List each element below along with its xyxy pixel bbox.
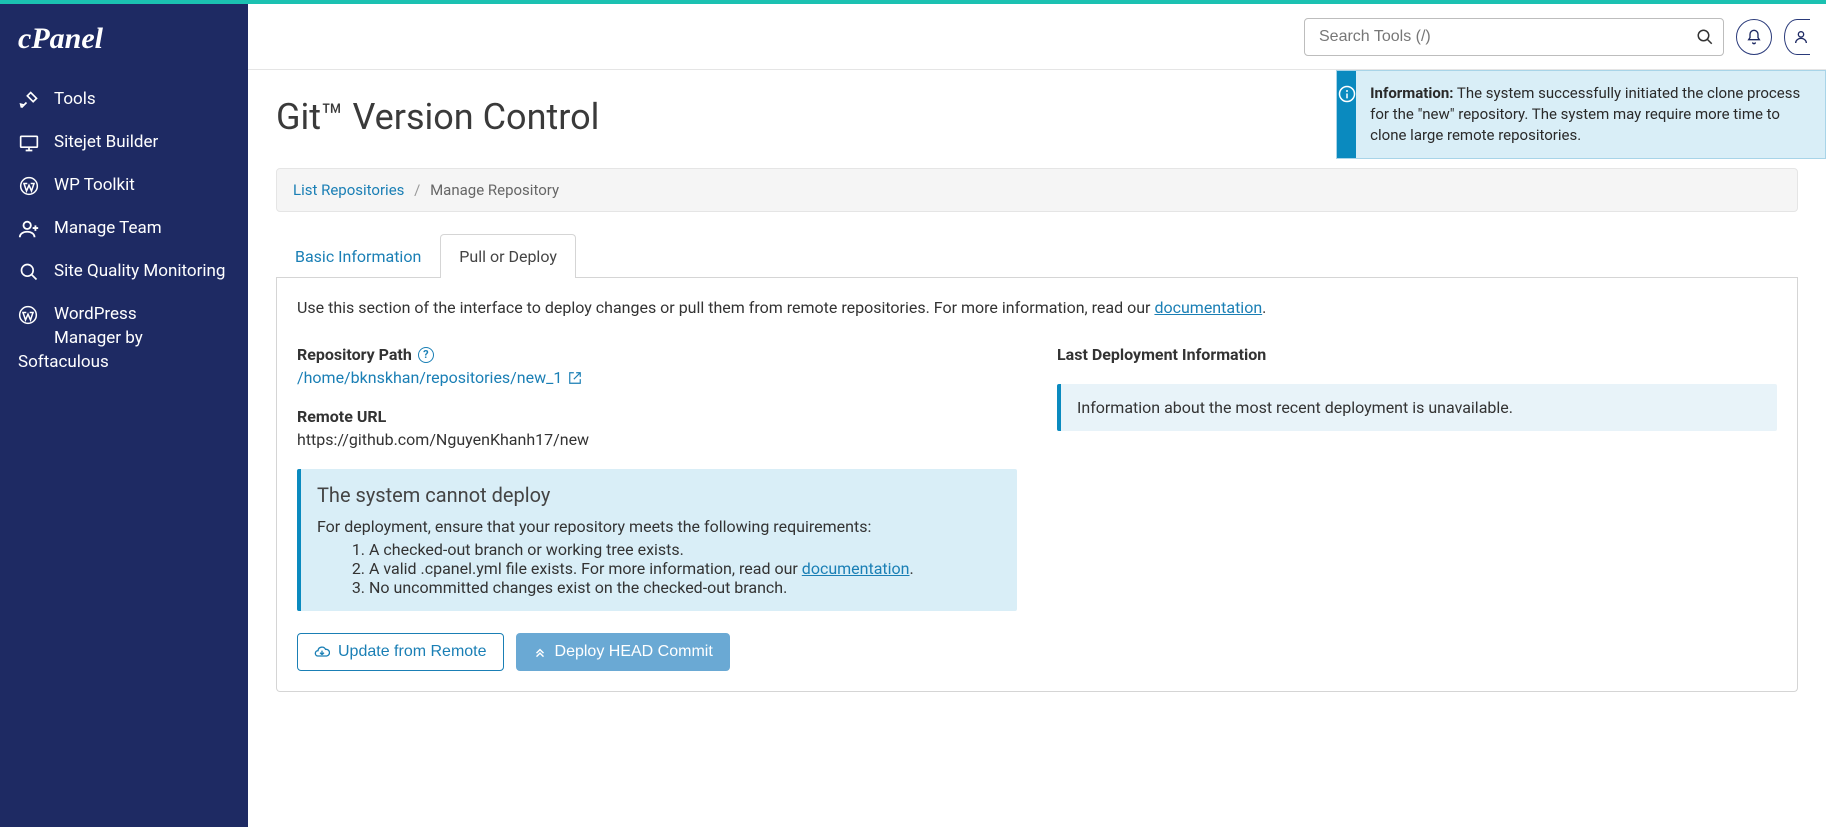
sidebar-item-sitejet[interactable]: Sitejet Builder	[0, 121, 248, 164]
documentation-link[interactable]: documentation	[802, 559, 910, 578]
remote-url-value: https://github.com/NguyenKhanh17/new	[297, 430, 1017, 449]
remote-url-label: Remote URL	[297, 407, 1017, 426]
tab-panel: Use this section of the interface to dep…	[276, 278, 1798, 692]
req-item: No uncommitted changes exist on the chec…	[369, 578, 1001, 597]
breadcrumb-current: Manage Repository	[430, 181, 559, 199]
sidebar-item-tools[interactable]: Tools	[0, 78, 248, 121]
wordpress-icon	[18, 305, 40, 325]
search-wrap	[1304, 18, 1724, 56]
cannot-deploy-title: The system cannot deploy	[317, 483, 1001, 507]
user-button[interactable]	[1784, 19, 1810, 55]
sidebar-item-label: WordPress	[54, 303, 137, 327]
label-text: Repository Path	[297, 345, 412, 364]
button-label: Update from Remote	[338, 643, 487, 661]
sidebar-item-softaculous[interactable]: WordPress Manager by Softaculous	[0, 293, 248, 384]
sidebar-item-label: Manage Team	[54, 217, 230, 239]
breadcrumb-sep: /	[414, 181, 420, 199]
repo-path-link[interactable]: /home/bknskhan/repositories/new_1	[297, 368, 582, 387]
sidebar-item-label: Softaculous	[18, 351, 230, 375]
intro-text: Use this section of the interface to dep…	[297, 298, 1154, 317]
brand-text: cPanel	[18, 22, 103, 55]
tools-icon	[18, 89, 40, 111]
req-item: A checked-out branch or working tree exi…	[369, 540, 1001, 559]
team-icon	[18, 218, 40, 240]
left-col: Repository Path ? /home/bknskhan/reposit…	[297, 345, 1017, 671]
chevron-up-double-icon	[533, 645, 547, 659]
req-item: A valid .cpanel.yml file exists. For mor…	[369, 559, 1001, 578]
req-text: .	[910, 559, 914, 578]
bell-icon	[1746, 29, 1762, 45]
panel-intro: Use this section of the interface to dep…	[297, 298, 1777, 317]
search-input[interactable]	[1304, 18, 1724, 56]
breadcrumb-root[interactable]: List Repositories	[293, 181, 404, 199]
cannot-deploy-callout: The system cannot deploy For deployment,…	[297, 469, 1017, 611]
sidebar-item-label: Manager by	[18, 327, 230, 351]
magnifier-icon	[18, 261, 40, 283]
external-link-icon	[568, 371, 582, 385]
repo-path-value: /home/bknskhan/repositories/new_1	[297, 368, 562, 387]
tab-basic-information[interactable]: Basic Information	[276, 234, 440, 278]
user-icon	[1793, 29, 1809, 45]
main: Information: The system successfully ini…	[248, 4, 1826, 827]
tabs: Basic Information Pull or Deploy	[276, 234, 1798, 278]
info-toast: Information: The system successfully ini…	[1336, 70, 1826, 159]
sidebar-item-team[interactable]: Manage Team	[0, 207, 248, 250]
sidebar-item-label: Tools	[54, 88, 230, 110]
right-col: Last Deployment Information Information …	[1057, 345, 1777, 671]
repo-path-label: Repository Path ?	[297, 345, 1017, 364]
sidebar-item-label: Sitejet Builder	[54, 131, 230, 153]
req-text: A valid .cpanel.yml file exists. For mor…	[369, 559, 802, 578]
brand-logo[interactable]: cPanel	[0, 22, 248, 78]
header	[248, 4, 1826, 70]
monitor-icon	[18, 132, 40, 154]
cannot-deploy-intro: For deployment, ensure that your reposit…	[317, 517, 1001, 536]
sidebar: cPanel Tools Sitejet Builder WP Toolkit	[0, 4, 248, 827]
sidebar-item-label: Site Quality Monitoring	[54, 260, 230, 282]
button-row: Update from Remote Deploy HEAD Commit	[297, 633, 1017, 671]
deploy-info-text: Information about the most recent deploy…	[1077, 398, 1513, 417]
wordpress-icon	[18, 175, 40, 197]
button-label: Deploy HEAD Commit	[555, 643, 713, 661]
sidebar-item-label: WP Toolkit	[54, 174, 230, 196]
deploy-info-callout: Information about the most recent deploy…	[1057, 384, 1777, 431]
sidebar-item-wptoolkit[interactable]: WP Toolkit	[0, 164, 248, 207]
update-from-remote-button[interactable]: Update from Remote	[297, 633, 504, 671]
sidebar-item-sitequality[interactable]: Site Quality Monitoring	[0, 250, 248, 293]
deploy-info-heading: Last Deployment Information	[1057, 345, 1777, 364]
deploy-head-commit-button[interactable]: Deploy HEAD Commit	[516, 633, 730, 671]
notifications-button[interactable]	[1736, 19, 1772, 55]
intro-text: .	[1262, 298, 1266, 317]
documentation-link[interactable]: documentation	[1154, 298, 1262, 317]
breadcrumb: List Repositories / Manage Repository	[276, 168, 1798, 212]
cloud-download-icon	[314, 644, 330, 660]
help-icon[interactable]: ?	[418, 347, 434, 363]
tab-pull-or-deploy[interactable]: Pull or Deploy	[440, 234, 576, 278]
search-icon[interactable]	[1696, 28, 1714, 46]
info-icon	[1337, 71, 1356, 158]
content: Information: The system successfully ini…	[248, 70, 1826, 718]
toast-prefix: Information:	[1370, 84, 1453, 102]
